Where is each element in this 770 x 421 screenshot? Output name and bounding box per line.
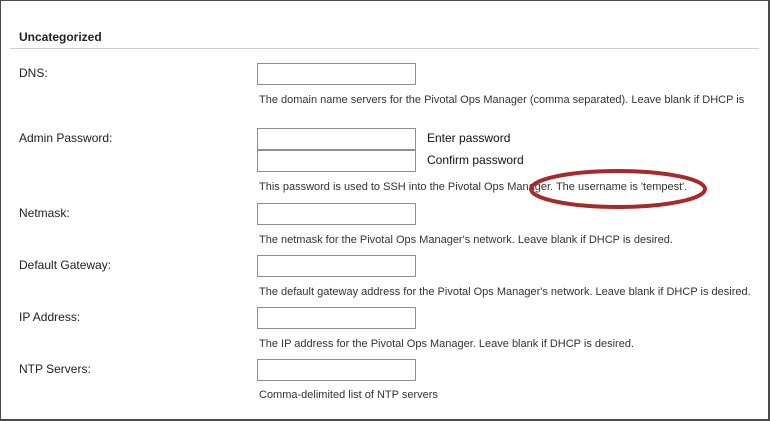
ntp-servers-input[interactable] bbox=[257, 359, 416, 381]
ip-address-input[interactable] bbox=[257, 307, 416, 329]
admin-password-label: Admin Password: bbox=[19, 131, 113, 145]
ip-address-hint: The IP address for the Pivotal Ops Manag… bbox=[259, 338, 635, 350]
section-title: Uncategorized bbox=[19, 30, 102, 44]
ntp-servers-label: NTP Servers: bbox=[19, 362, 91, 376]
confirm-password-label: Confirm password bbox=[427, 153, 524, 167]
settings-panel: Uncategorized DNS: The domain name serve… bbox=[0, 0, 770, 421]
enter-password-label: Enter password bbox=[427, 131, 511, 145]
section-divider bbox=[10, 48, 759, 49]
ip-address-label: IP Address: bbox=[19, 310, 81, 324]
dns-label: DNS: bbox=[19, 66, 48, 80]
default-gateway-hint: The default gateway address for the Pivo… bbox=[259, 286, 751, 298]
default-gateway-input[interactable] bbox=[257, 255, 416, 277]
ntp-servers-hint: Comma-delimited list of NTP servers bbox=[259, 389, 438, 401]
admin-password-input[interactable] bbox=[257, 128, 416, 150]
confirm-password-input[interactable] bbox=[257, 150, 416, 172]
admin-password-hint: This password is used to SSH into the Pi… bbox=[259, 181, 688, 193]
netmask-hint: The netmask for the Pivotal Ops Manager'… bbox=[259, 234, 673, 246]
dns-input[interactable] bbox=[257, 63, 416, 85]
netmask-label: Netmask: bbox=[19, 206, 70, 220]
dns-hint: The domain name servers for the Pivotal … bbox=[259, 94, 745, 106]
netmask-input[interactable] bbox=[257, 203, 416, 225]
default-gateway-label: Default Gateway: bbox=[19, 258, 112, 272]
